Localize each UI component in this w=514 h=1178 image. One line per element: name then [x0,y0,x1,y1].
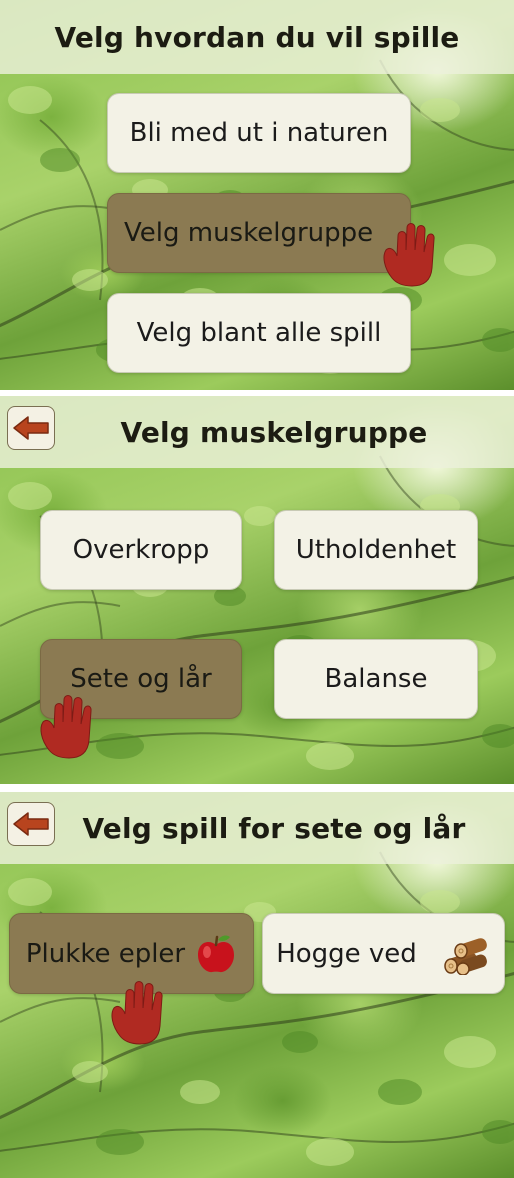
title-bar: Velg muskelgruppe [0,396,514,468]
back-arrow-icon [13,812,49,836]
back-button[interactable] [7,406,55,450]
title-bar: Velg spill for sete og lår [0,792,514,864]
pick-apples-label: Plukke epler [25,938,186,969]
endurance-button[interactable]: Utholdenhet [274,510,478,590]
firewood-icon [443,933,491,975]
apple-icon [195,933,237,975]
red-hand-icon [380,220,438,290]
red-hand-icon [37,692,95,762]
balance-button[interactable]: Balanse [274,639,478,719]
back-button[interactable] [7,802,55,846]
page-title: Velg hvordan du vil spille [54,20,460,54]
title-bar: Velg hvordan du vil spille [0,0,514,74]
page-title: Velg muskelgruppe [120,415,428,449]
choose-all-games-button[interactable]: Velg blant alle spill [107,293,411,373]
back-arrow-icon [13,416,49,440]
choose-muscle-group-label: Velg muskelgruppe [124,218,374,248]
chop-wood-label: Hogge ved [276,938,417,969]
screen-choose-game-seat-thighs: Velg spill for sete og lår Plukke epler … [0,792,514,1178]
screen-choose-play-mode: Velg hvordan du vil spille Bli med ut i … [0,0,514,390]
chop-wood-button[interactable]: Hogge ved [262,913,505,994]
red-hand-icon [108,978,166,1048]
join-nature-button[interactable]: Bli med ut i naturen [107,93,411,173]
screen-choose-muscle-group: Velg muskelgruppe Overkropp Utholdenhet … [0,396,514,784]
choose-muscle-group-button[interactable]: Velg muskelgruppe [107,193,411,273]
upper-body-button[interactable]: Overkropp [40,510,242,590]
page-title: Velg spill for sete og lår [82,811,466,845]
